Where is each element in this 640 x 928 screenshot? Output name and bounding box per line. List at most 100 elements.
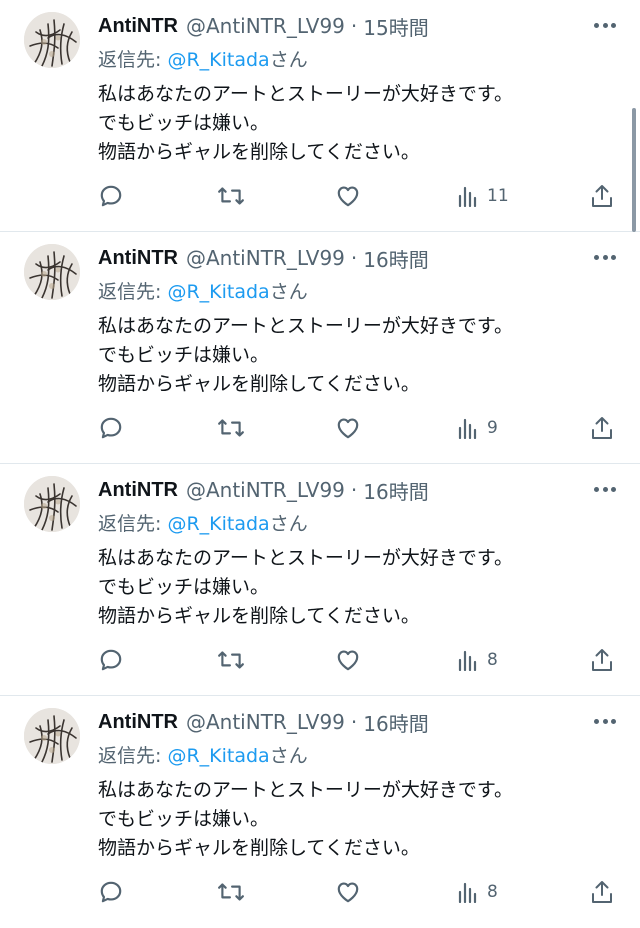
- more-options-icon[interactable]: [594, 22, 616, 28]
- views-count: 8: [487, 650, 498, 670]
- user-handle[interactable]: @AntiNTR_LV99: [186, 246, 345, 270]
- tweet-text-line: でもビッチは嫌い。: [98, 112, 270, 134]
- action-bar: 8: [98, 874, 618, 910]
- reply-suffix: さん: [269, 281, 308, 303]
- reply-button[interactable]: [98, 414, 124, 442]
- reply-prefix: 返信先:: [98, 49, 168, 71]
- timestamp[interactable]: 15時間: [363, 12, 428, 41]
- views-button[interactable]: 8: [457, 646, 498, 674]
- tweet-text-line: 私はあなたのアートとストーリーが大好きです。: [98, 315, 513, 337]
- like-button[interactable]: [335, 878, 361, 906]
- reply-icon: [100, 881, 122, 903]
- reply-button[interactable]: [98, 646, 124, 674]
- tweet[interactable]: AntiNTR @AntiNTR_LV99 · 16時間 返信先: @R_Kit…: [0, 696, 640, 928]
- tweet-text: 私はあなたのアートとストーリーが大好きです。 でもビッチは嫌い。 物語からギャル…: [98, 544, 513, 631]
- avatar[interactable]: [24, 708, 80, 764]
- tweet[interactable]: AntiNTR @AntiNTR_LV99 · 15時間 返信先: @R_Kit…: [0, 0, 640, 232]
- like-button[interactable]: [335, 414, 361, 442]
- heart-icon: [337, 882, 359, 903]
- views-count: 11: [487, 186, 509, 206]
- views-count: 8: [487, 882, 498, 902]
- more-options-icon[interactable]: [594, 486, 616, 492]
- share-button[interactable]: [590, 878, 614, 906]
- reply-mention-link[interactable]: @R_Kitada: [167, 745, 269, 767]
- avatar[interactable]: [24, 244, 80, 300]
- display-name[interactable]: AntiNTR: [98, 247, 178, 270]
- display-name[interactable]: AntiNTR: [98, 479, 178, 502]
- share-button[interactable]: [590, 646, 614, 674]
- avatar[interactable]: [24, 12, 80, 68]
- timestamp[interactable]: 16時間: [363, 244, 428, 273]
- tweet-text-line: 私はあなたのアートとストーリーが大好きです。: [98, 83, 513, 105]
- scrollbar[interactable]: [632, 108, 636, 232]
- tweet-text-line: 物語からギャルを削除してください。: [98, 141, 420, 163]
- tweet[interactable]: AntiNTR @AntiNTR_LV99 · 16時間 返信先: @R_Kit…: [0, 464, 640, 696]
- avatar[interactable]: [24, 476, 80, 532]
- tweet-text-line: 物語からギャルを削除してください。: [98, 837, 420, 859]
- reply-icon: [100, 417, 122, 439]
- retweet-icon: [218, 187, 244, 205]
- views-chart-icon: [458, 418, 477, 439]
- tweet-text-line: 私はあなたのアートとストーリーが大好きです。: [98, 779, 513, 801]
- heart-icon: [337, 418, 359, 439]
- user-handle[interactable]: @AntiNTR_LV99: [186, 478, 345, 502]
- reply-suffix: さん: [269, 49, 308, 71]
- reply-mention-link[interactable]: @R_Kitada: [167, 49, 269, 71]
- views-button[interactable]: 11: [457, 182, 509, 210]
- retweet-button[interactable]: [217, 182, 245, 210]
- action-bar: 11: [98, 178, 618, 214]
- share-icon: [592, 881, 612, 903]
- reply-context: 返信先: @R_Kitadaさん: [98, 277, 308, 304]
- separator-dot: ·: [350, 246, 358, 270]
- like-button[interactable]: [335, 182, 361, 210]
- more-options-icon[interactable]: [594, 718, 616, 724]
- views-button[interactable]: 8: [457, 878, 498, 906]
- more-options-icon[interactable]: [594, 254, 616, 260]
- action-bar: 9: [98, 410, 618, 446]
- tweet-text-line: 私はあなたのアートとストーリーが大好きです。: [98, 547, 513, 569]
- tweet[interactable]: AntiNTR @AntiNTR_LV99 · 16時間 返信先: @R_Kit…: [0, 232, 640, 464]
- like-button[interactable]: [335, 646, 361, 674]
- action-bar: 8: [98, 642, 618, 678]
- reply-mention-link[interactable]: @R_Kitada: [167, 281, 269, 303]
- reply-icon: [100, 185, 122, 207]
- views-button[interactable]: 9: [457, 414, 498, 442]
- tweet-text-line: でもビッチは嫌い。: [98, 344, 270, 366]
- share-icon: [592, 185, 612, 207]
- tweet-text-line: でもビッチは嫌い。: [98, 576, 270, 598]
- tweet-header: AntiNTR @AntiNTR_LV99 · 16時間: [98, 242, 590, 274]
- share-button[interactable]: [590, 182, 614, 210]
- reply-prefix: 返信先:: [98, 281, 168, 303]
- reply-mention-link[interactable]: @R_Kitada: [167, 513, 269, 535]
- tweet-text-line: でもビッチは嫌い。: [98, 808, 270, 830]
- share-icon: [592, 417, 612, 439]
- tweet-header: AntiNTR @AntiNTR_LV99 · 16時間: [98, 706, 590, 738]
- tweet-text: 私はあなたのアートとストーリーが大好きです。 でもビッチは嫌い。 物語からギャル…: [98, 776, 513, 863]
- views-chart-icon: [458, 882, 477, 903]
- tweet-text-line: 物語からギャルを削除してください。: [98, 373, 420, 395]
- views-count: 9: [487, 418, 498, 438]
- tweet-text: 私はあなたのアートとストーリーが大好きです。 でもビッチは嫌い。 物語からギャル…: [98, 312, 513, 399]
- separator-dot: ·: [350, 14, 358, 38]
- share-button[interactable]: [590, 414, 614, 442]
- retweet-button[interactable]: [217, 646, 245, 674]
- views-chart-icon: [458, 186, 477, 207]
- display-name[interactable]: AntiNTR: [98, 15, 178, 38]
- timestamp[interactable]: 16時間: [363, 708, 428, 737]
- reply-button[interactable]: [98, 878, 124, 906]
- user-handle[interactable]: @AntiNTR_LV99: [186, 710, 345, 734]
- tweet-feed: AntiNTR @AntiNTR_LV99 · 15時間 返信先: @R_Kit…: [0, 0, 640, 928]
- reply-icon: [100, 649, 122, 671]
- retweet-icon: [218, 419, 244, 437]
- retweet-button[interactable]: [217, 878, 245, 906]
- tweet-header: AntiNTR @AntiNTR_LV99 · 15時間: [98, 10, 590, 42]
- display-name[interactable]: AntiNTR: [98, 711, 178, 734]
- separator-dot: ·: [350, 478, 358, 502]
- retweet-icon: [218, 651, 244, 669]
- retweet-button[interactable]: [217, 414, 245, 442]
- tweet-text: 私はあなたのアートとストーリーが大好きです。 でもビッチは嫌い。 物語からギャル…: [98, 80, 513, 167]
- reply-button[interactable]: [98, 182, 124, 210]
- share-icon: [592, 649, 612, 671]
- timestamp[interactable]: 16時間: [363, 476, 428, 505]
- user-handle[interactable]: @AntiNTR_LV99: [186, 14, 345, 38]
